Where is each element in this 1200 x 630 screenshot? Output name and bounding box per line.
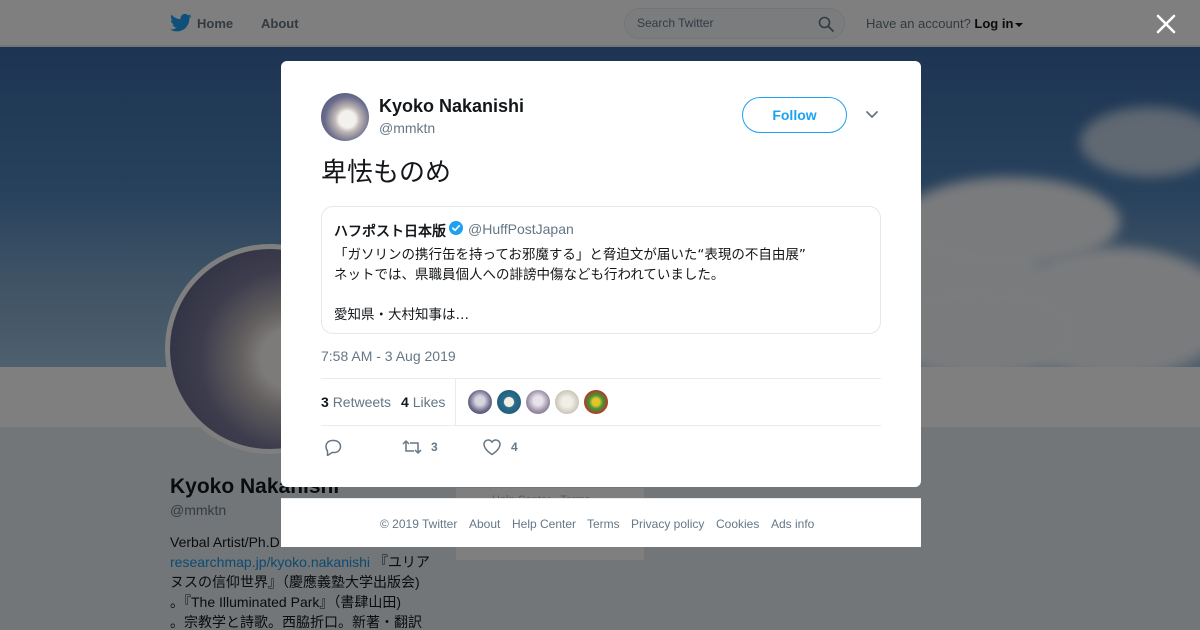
likes-label: Likes [412,394,446,410]
stats-divider [455,379,456,425]
modal-footer: © 2019 Twitter About Help Center Terms P… [281,498,921,547]
footer-link-cookies[interactable]: Cookies [716,517,759,531]
author-handle[interactable]: @mmktn [379,120,435,136]
footer-link-privacy[interactable]: Privacy policy [631,517,704,531]
author-avatar[interactable] [321,93,369,141]
retweets-count: 3 [321,394,329,410]
verified-badge-icon [449,221,463,235]
tweet-stats: 3 Retweets 4 Likes [321,378,881,426]
liker-avatar[interactable] [555,390,579,414]
footer-link-terms[interactable]: Terms [587,517,620,531]
tweet-modal: Kyoko Nakanishi @mmktn Follow 卑怯ものめ ハフポス… [281,61,921,487]
quoted-text-line: 「ガソリンの携行缶を持ってお邪魔する」と脅迫文が届いた“表現の不自由展” [334,247,806,263]
likes-stat[interactable]: 4 Likes [401,394,445,410]
retweets-stat[interactable]: 3 Retweets [321,394,391,410]
footer-copyright: © 2019 Twitter [380,517,458,531]
author-name[interactable]: Kyoko Nakanishi [379,96,524,117]
tweet-text: 卑怯ものめ [321,158,452,188]
liker-avatar[interactable] [497,390,521,414]
liker-avatar[interactable] [468,390,492,414]
retweets-label: Retweets [332,394,392,410]
quoted-author-handle: @HuffPostJapan [468,221,574,237]
like-heart-icon[interactable] [482,438,502,456]
tweet-actions: 3 4 [321,436,881,460]
close-icon[interactable] [1153,11,1179,37]
footer-link-ads-info[interactable]: Ads info [771,517,814,531]
follow-button[interactable]: Follow [742,97,847,133]
like-count: 4 [511,440,518,454]
retweet-count: 3 [431,440,438,454]
quoted-author-name: ハフポスト日本版 [334,224,446,240]
likes-count: 4 [401,394,409,410]
liker-avatar[interactable] [584,390,608,414]
footer-link-about[interactable]: About [469,517,500,531]
liker-avatar[interactable] [526,390,550,414]
footer-link-help-center[interactable]: Help Center [512,517,576,531]
chevron-down-icon[interactable] [865,109,879,121]
quoted-tweet[interactable]: ハフポスト日本版 @HuffPostJapan 「ガソリンの携行缶を持ってお邪魔… [321,206,881,334]
quoted-text-line: ネットでは、県職員個人への誹謗中傷なども行われていました。 [334,267,725,283]
retweet-icon[interactable] [402,438,422,456]
quoted-text-line: 愛知県・大村知事は… [334,307,469,323]
reply-icon[interactable] [323,438,343,456]
tweet-timestamp[interactable]: 7:58 AM - 3 Aug 2019 [321,348,456,364]
